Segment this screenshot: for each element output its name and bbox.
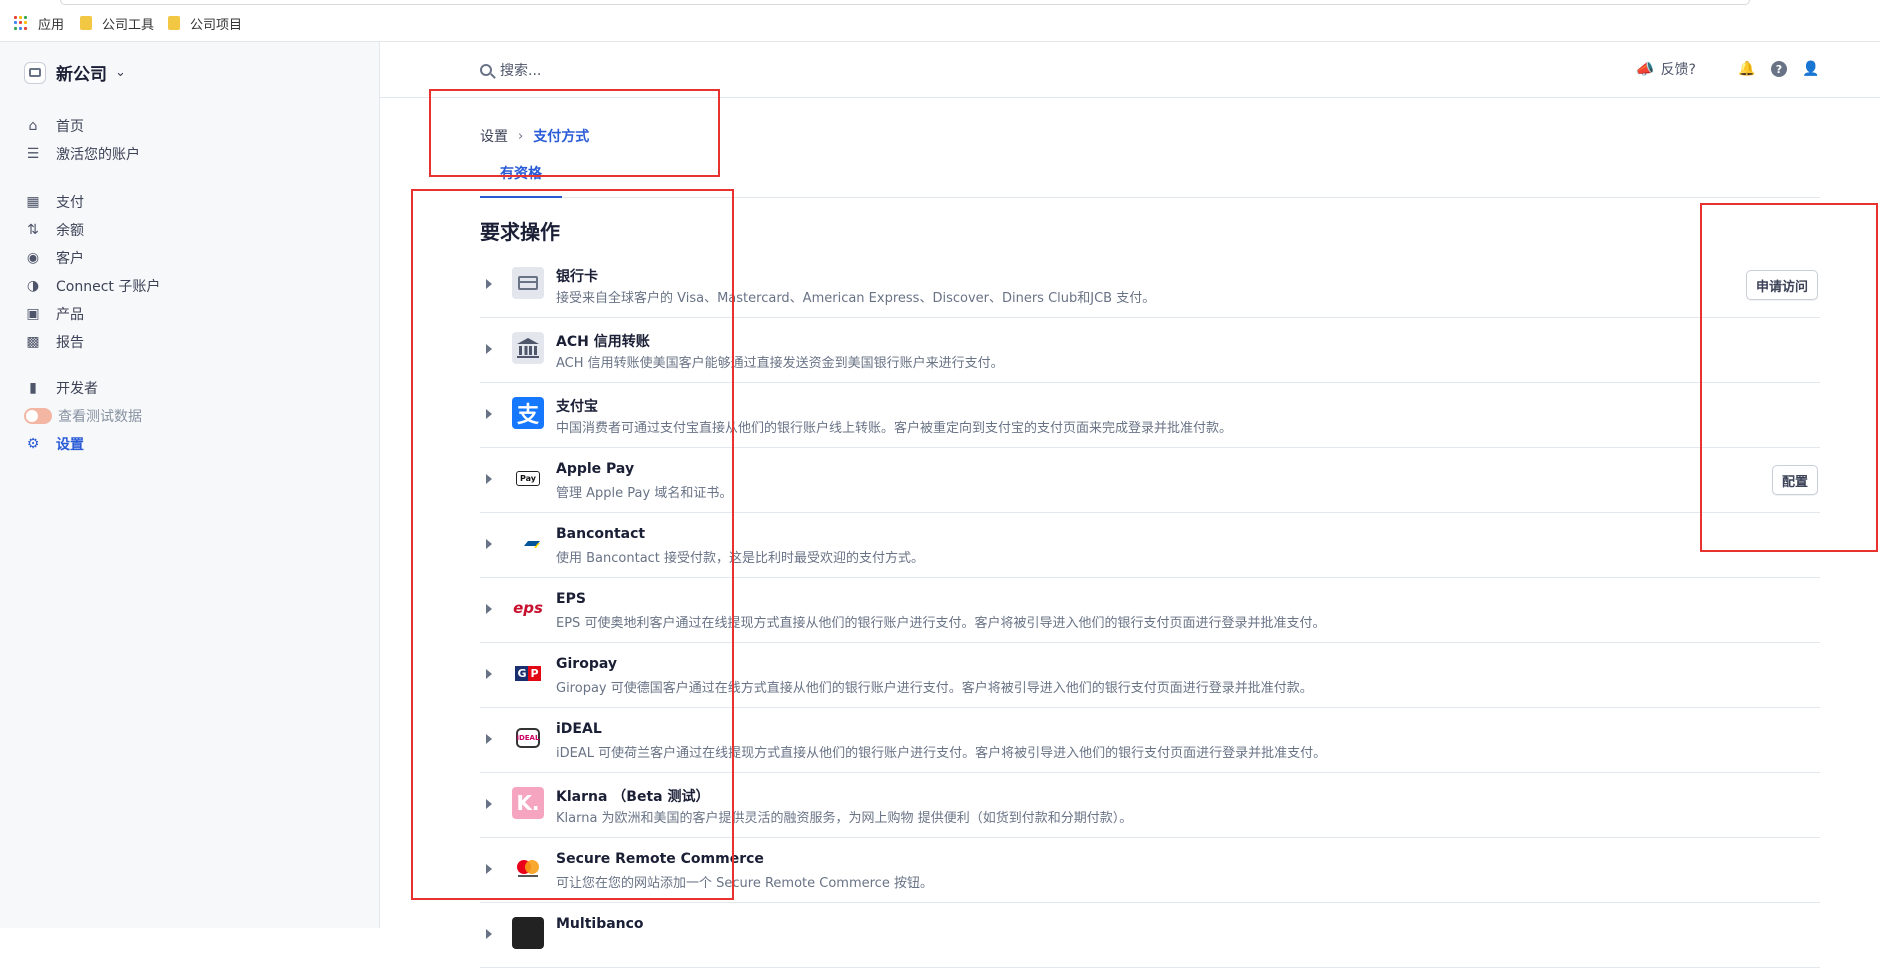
sidebar-item-connect[interactable]: ◑ Connect 子账户 (24, 275, 160, 297)
customer-icon: ◉ (26, 250, 40, 266)
sidebar-item-balance[interactable]: ⇅ 余额 (24, 219, 84, 241)
payment-method-name: Multibanco (556, 916, 644, 932)
sidebar-item-activate-account[interactable]: ☰ 激活您的账户 (24, 143, 140, 165)
report-icon: ▩ (26, 334, 40, 350)
sidebar-item-customers[interactable]: ◉ 客户 (24, 247, 84, 269)
sidebar-item-test-data[interactable]: 查看测试数据 (24, 405, 142, 427)
sidebar-item-developers[interactable]: ▮ 开发者 (24, 377, 98, 399)
sidebar-item-label: 激活您的账户 (56, 147, 140, 163)
bell-icon[interactable]: 🔔 (1738, 60, 1756, 78)
gear-icon: ⚙ (26, 436, 40, 452)
company-switcher[interactable]: 新公司 ⌄ (24, 60, 126, 85)
sidebar-item-label: 开发者 (56, 381, 98, 397)
annotation-box-method-list (411, 189, 734, 900)
search-input[interactable]: 搜索... (480, 60, 541, 80)
feedback-button[interactable]: 📣 反馈? (1636, 59, 1696, 79)
sidebar-item-label: Connect 子账户 (56, 279, 161, 295)
search-placeholder: 搜索... (500, 63, 542, 79)
home-icon: ⌂ (28, 118, 38, 134)
user-icon[interactable]: 👤 (1802, 60, 1820, 78)
bookmark-label: 公司项目 (190, 17, 243, 33)
browser-toolbar-edge (60, 0, 1750, 5)
sidebar-item-reports[interactable]: ▩ 报告 (24, 331, 84, 353)
sidebar-item-label: 首页 (56, 119, 84, 135)
chevron-down-icon: ⌄ (115, 65, 126, 80)
bookmark-company-projects[interactable]: 公司项目 (168, 13, 242, 33)
bookmark-company-tools[interactable]: 公司工具 (80, 13, 154, 33)
help-icon[interactable]: ? (1770, 60, 1788, 78)
company-logo-icon (24, 61, 46, 84)
apps-grid-icon (14, 16, 28, 30)
company-name: 新公司 (56, 65, 107, 85)
annotation-box-breadcrumb (429, 89, 720, 177)
sidebar-item-label: 报告 (56, 335, 84, 351)
multibanco-logo-icon (512, 917, 544, 949)
edit-list-icon: ☰ (26, 146, 40, 162)
connect-icon: ◑ (26, 278, 40, 294)
folder-icon (80, 16, 92, 30)
annotation-box-actions (1700, 203, 1878, 552)
balance-arrows-icon: ⇅ (27, 222, 39, 238)
bookmark-apps[interactable]: 应用 (14, 13, 64, 33)
sidebar-item-label: 支付 (56, 195, 84, 211)
top-actions: 📣 反馈? 🔔 ? 👤 (1636, 59, 1820, 79)
megaphone-icon: 📣 (1635, 60, 1655, 78)
sidebar-item-payments[interactable]: ▦ 支付 (24, 191, 84, 213)
sidebar: 新公司 ⌄ ⌂ 首页 ☰ 激活您的账户 ▦ 支付 ⇅ 余额 ◉ 客户 ◑ Con… (0, 42, 380, 928)
sidebar-item-label: 设置 (56, 437, 84, 453)
sidebar-item-settings[interactable]: ⚙ 设置 (24, 433, 84, 455)
list-item[interactable]: Multibanco (480, 903, 1820, 968)
test-data-toggle[interactable] (24, 408, 52, 424)
bookmarks-bar: 应用 公司工具 公司项目 (0, 0, 1880, 42)
caret-right-icon[interactable] (486, 929, 492, 939)
sidebar-item-label: 余额 (56, 223, 84, 239)
sidebar-item-label: 产品 (56, 307, 84, 323)
sidebar-item-home[interactable]: ⌂ 首页 (24, 115, 84, 137)
terminal-icon: ▮ (29, 380, 37, 396)
feedback-label: 反馈? (1660, 62, 1696, 78)
sidebar-item-products[interactable]: ▣ 产品 (24, 303, 84, 325)
bookmark-apps-label: 应用 (38, 17, 65, 33)
product-box-icon: ▣ (26, 306, 40, 322)
sidebar-item-label: 查看测试数据 (58, 409, 142, 425)
payments-icon: ▦ (26, 194, 40, 210)
bookmark-label: 公司工具 (102, 17, 155, 33)
folder-icon (168, 16, 180, 30)
search-icon (480, 64, 492, 76)
sidebar-item-label: 客户 (56, 251, 84, 267)
